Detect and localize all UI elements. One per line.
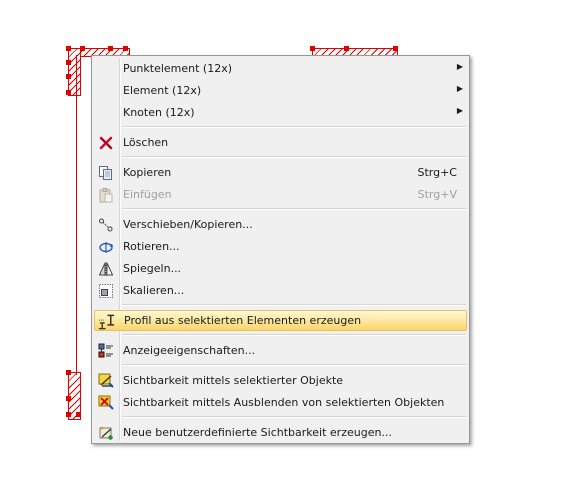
mirror-icon (97, 260, 114, 277)
menu-item-label: Punktelement (12x) (123, 62, 233, 75)
selection-handle[interactable] (66, 74, 71, 79)
menu-separator (122, 156, 466, 157)
menu-separator (122, 416, 466, 417)
menu-item-label: Anzeigeeigenschaften... (123, 344, 256, 357)
menu-separator (122, 126, 466, 127)
visibility-icon (97, 372, 114, 389)
selection-handle[interactable] (66, 90, 71, 95)
menu-item-label: Neue benutzerdefinierte Sichtbarkeit erz… (123, 426, 392, 439)
menu-item-label: Einfügen (123, 188, 172, 201)
menu-item-neue-sichtbarkeit[interactable]: Neue benutzerdefinierte Sichtbarkeit erz… (94, 422, 467, 443)
menu-item-label: Sichtbarkeit mittels selektierter Objekt… (123, 374, 344, 387)
menu-item-label: Verschieben/Kopieren... (123, 218, 253, 231)
scale-icon (97, 282, 114, 299)
selection-handle[interactable] (310, 46, 315, 51)
menu-item-label: Element (12x) (123, 84, 202, 97)
selection-handle[interactable] (66, 370, 71, 375)
menu-item-label: Knoten (12x) (123, 106, 195, 119)
menu-separator (122, 208, 466, 209)
paste-icon (97, 186, 114, 203)
menu-item-punktelement[interactable]: Punktelement (12x) ▶ (94, 58, 467, 79)
menu-item-rotieren[interactable]: Rotieren... (94, 236, 467, 257)
menu-separator (122, 364, 466, 365)
selection-handle[interactable] (80, 46, 85, 51)
selection-handle[interactable] (108, 46, 113, 51)
menu-item-loeschen[interactable]: Löschen (94, 132, 467, 153)
menu-item-profil-erzeugen[interactable]: Profil aus selektierten Elementen erzeug… (94, 310, 467, 331)
menu-item-einfuegen[interactable]: Einfügen Strg+V (94, 184, 467, 205)
rotate-icon (97, 238, 114, 255)
menu-item-anzeigeeigenschaften[interactable]: Anzeigeeigenschaften... (94, 340, 467, 361)
menu-item-label: Rotieren... (123, 240, 180, 253)
menu-item-label: Löschen (123, 136, 169, 149)
menu-item-shortcut: Strg+V (417, 188, 457, 201)
menu-item-shortcut: Strg+C (417, 166, 457, 179)
submenu-arrow-icon: ▶ (456, 62, 463, 71)
menu-item-label: Spiegeln... (123, 262, 182, 275)
selected-member-line (76, 55, 77, 375)
red-x-icon (97, 134, 114, 151)
selection-handle[interactable] (393, 46, 398, 51)
selection-handle[interactable] (66, 46, 71, 51)
selection-handle[interactable] (66, 412, 71, 417)
menu-item-verschieben[interactable]: Verschieben/Kopieren... (94, 214, 467, 235)
selection-handle[interactable] (344, 46, 349, 51)
submenu-arrow-icon: ▶ (456, 106, 463, 115)
selection-handle[interactable] (123, 46, 128, 51)
move-icon (97, 216, 114, 233)
menu-item-sichtbarkeit-ausblenden[interactable]: Sichtbarkeit mittels Ausblenden von sele… (94, 392, 467, 413)
display-properties-icon (97, 342, 114, 359)
menu-item-spiegeln[interactable]: Spiegeln... (94, 258, 467, 279)
menu-item-label: Sichtbarkeit mittels Ausblenden von sele… (123, 396, 445, 409)
selected-element-left-upper[interactable] (68, 48, 81, 96)
menu-item-sichtbarkeit-selektiert[interactable]: Sichtbarkeit mittels selektierter Objekt… (94, 370, 467, 391)
visibility-hide-icon (97, 394, 114, 411)
menu-item-skalieren[interactable]: Skalieren... (94, 280, 467, 301)
selection-handle[interactable] (76, 412, 81, 417)
menu-item-knoten[interactable]: Knoten (12x) ▶ (94, 102, 467, 123)
menu-separator (122, 304, 466, 305)
context-menu: Punktelement (12x) ▶ Element (12x) ▶ Kno… (91, 55, 470, 444)
menu-item-label: Profil aus selektierten Elementen erzeug… (124, 314, 362, 327)
menu-item-element[interactable]: Element (12x) ▶ (94, 80, 467, 101)
copy-icon (97, 164, 114, 181)
profile-icon (98, 313, 115, 330)
selection-handle[interactable] (66, 396, 71, 401)
menu-item-kopieren[interactable]: Kopieren Strg+C (94, 162, 467, 183)
menu-item-label: Kopieren (123, 166, 172, 179)
menu-separator (122, 334, 466, 335)
selection-handle[interactable] (66, 60, 71, 65)
new-visibility-icon (97, 424, 114, 441)
menu-item-label: Skalieren... (123, 284, 185, 297)
submenu-arrow-icon: ▶ (456, 84, 463, 93)
